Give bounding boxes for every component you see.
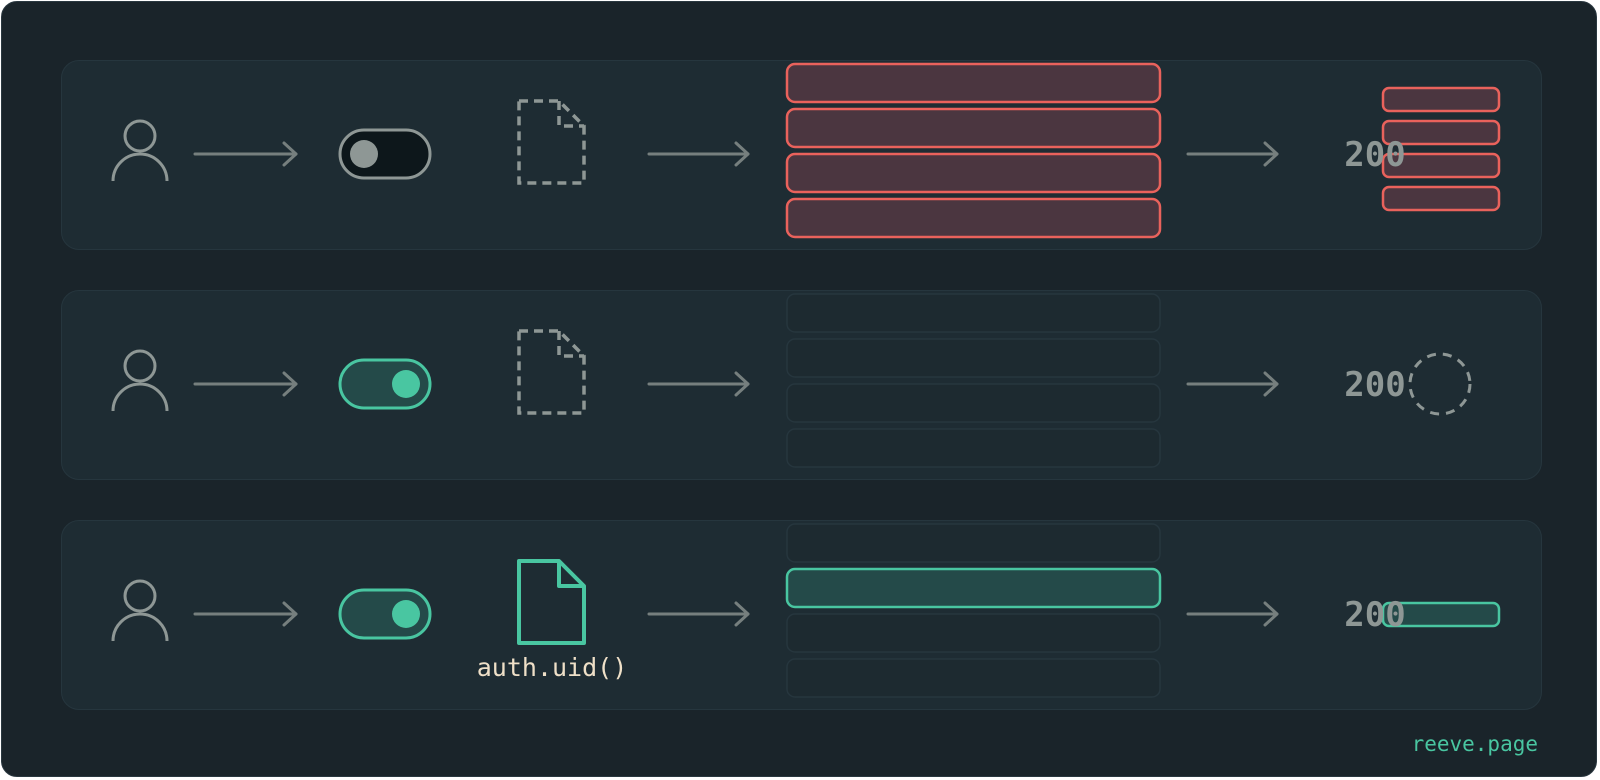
brand-link[interactable]: reeve.page bbox=[1412, 732, 1538, 756]
result-row bbox=[1381, 86, 1501, 113]
toggle-on bbox=[338, 358, 432, 410]
arrow-right-icon bbox=[1186, 371, 1279, 397]
arrow-right-icon bbox=[193, 371, 298, 397]
arrow-right-icon bbox=[1186, 601, 1279, 627]
table-rows bbox=[786, 293, 1161, 468]
missing-document-icon bbox=[517, 329, 586, 415]
table-row-visible bbox=[785, 567, 1162, 609]
policy-caption: auth.uid() bbox=[476, 653, 628, 682]
user-icon bbox=[111, 579, 169, 642]
table-row-exposed bbox=[785, 107, 1162, 149]
missing-document-icon bbox=[517, 99, 586, 185]
arrow-right-icon bbox=[647, 141, 750, 167]
status-code: 200 bbox=[1344, 135, 1406, 175]
scenario-row-rls-off: 200 bbox=[61, 60, 1542, 250]
table-row-hidden bbox=[786, 338, 1161, 378]
user-icon bbox=[111, 119, 169, 182]
table-row-hidden bbox=[786, 658, 1161, 698]
table-row-hidden bbox=[786, 293, 1161, 333]
table-row-hidden bbox=[786, 523, 1161, 563]
table-row-hidden bbox=[786, 613, 1161, 653]
result-row bbox=[1381, 185, 1501, 212]
user-icon bbox=[111, 349, 169, 412]
table-row-exposed bbox=[785, 197, 1162, 239]
toggle-on bbox=[338, 588, 432, 640]
table-rows bbox=[785, 62, 1162, 239]
table-row-exposed bbox=[785, 62, 1162, 104]
arrow-right-icon bbox=[193, 141, 298, 167]
status-code: 200 bbox=[1344, 595, 1406, 635]
table-row-exposed bbox=[785, 152, 1162, 194]
arrow-right-icon bbox=[1186, 141, 1279, 167]
scenario-row-rls-on-no-policy: 200 bbox=[61, 290, 1542, 480]
table-rows bbox=[785, 523, 1162, 698]
scenario-row-rls-on-with-policy: auth.uid() 200 bbox=[61, 520, 1542, 710]
arrow-right-icon bbox=[647, 601, 750, 627]
policy-document-icon bbox=[517, 559, 586, 645]
table-row-hidden bbox=[786, 428, 1161, 468]
arrow-right-icon bbox=[193, 601, 298, 627]
toggle-off bbox=[338, 128, 432, 180]
status-code: 200 bbox=[1344, 365, 1406, 405]
arrow-right-icon bbox=[647, 371, 750, 397]
table-row-hidden bbox=[786, 383, 1161, 423]
diagram-frame: 200 200 auth.uid() 200 reeve.page bbox=[1, 1, 1597, 777]
